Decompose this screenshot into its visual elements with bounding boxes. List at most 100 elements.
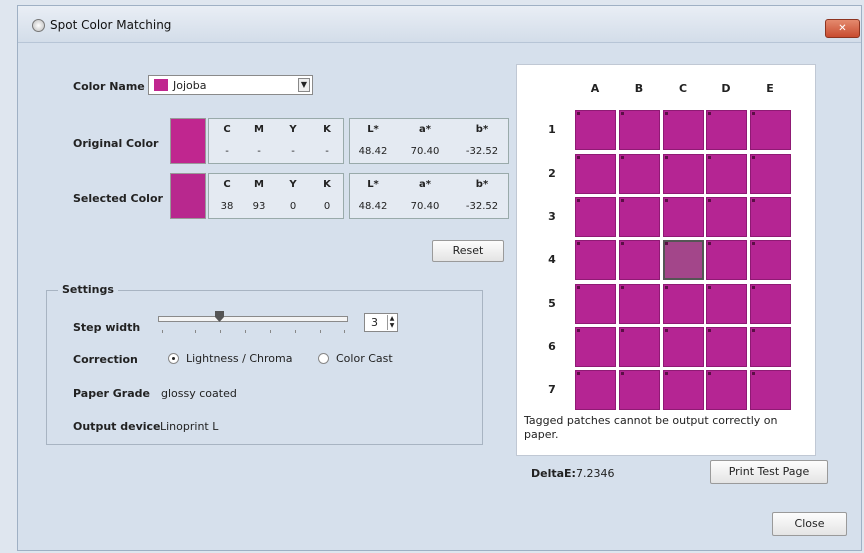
step-width-value: 3 [371,316,378,329]
app-icon [32,19,45,32]
column-header-a: A [590,82,600,95]
print-test-page-button[interactable]: Print Test Page [710,460,828,484]
tag-marker-icon [621,286,624,289]
row-header-1: 1 [548,123,556,136]
patch-d1[interactable] [706,110,747,150]
radio-lightness-chroma[interactable] [168,353,179,364]
tag-marker-icon [752,112,755,115]
tag-marker-icon [621,199,624,202]
tag-marker-icon [621,242,624,245]
selected-cmyk-table: C M Y K 38 93 0 0 [208,173,344,219]
selected-color-swatch [170,173,206,219]
patch-c2[interactable] [663,154,704,194]
tag-marker-icon [577,286,580,289]
tag-marker-icon [708,286,711,289]
patch-a3[interactable] [575,197,616,237]
tag-marker-icon [708,372,711,375]
lightness-chroma-label: Lightness / Chroma [186,352,293,365]
patch-b2[interactable] [619,154,660,194]
tag-marker-icon [665,286,668,289]
lab-header-l: L* [367,179,379,190]
patch-e2[interactable] [750,154,791,194]
cmyk-header-y: Y [289,124,297,135]
patch-c6[interactable] [663,327,704,367]
chevron-down-icon[interactable]: ▼ [298,78,310,92]
step-width-spinner[interactable]: 3 ▲ ▼ [364,313,398,332]
patch-a7[interactable] [575,370,616,410]
column-header-d: D [721,82,731,95]
tag-marker-icon [621,329,624,332]
patch-b7[interactable] [619,370,660,410]
patch-b4[interactable] [619,240,660,280]
close-button[interactable]: Close [772,512,847,536]
cmyk-value-k: 0 [323,201,331,212]
tag-marker-icon [752,329,755,332]
patch-d7[interactable] [706,370,747,410]
patch-b6[interactable] [619,327,660,367]
lab-value-b: -32.52 [465,146,499,157]
settings-title: Settings [58,283,118,296]
output-device-label: Output device [73,420,161,433]
patch-d5[interactable] [706,284,747,324]
lab-value-l: 48.42 [358,201,388,212]
patch-c1[interactable] [663,110,704,150]
cmyk-header-m: M [254,179,264,190]
row-header-4: 4 [548,253,556,266]
patch-e4[interactable] [750,240,791,280]
patch-a1[interactable] [575,110,616,150]
radio-color-cast[interactable] [318,353,329,364]
lab-value-l: 48.42 [358,146,388,157]
cmyk-value-k: - [325,146,329,157]
patch-c3[interactable] [663,197,704,237]
tag-marker-icon [665,242,668,245]
reset-button[interactable]: Reset [432,240,504,262]
patch-c7[interactable] [663,370,704,410]
patch-d6[interactable] [706,327,747,367]
patch-a6[interactable] [575,327,616,367]
tag-marker-icon [708,112,711,115]
cmyk-value-c: - [225,146,229,157]
tag-marker-icon [621,372,624,375]
lab-value-b: -32.52 [465,201,499,212]
row-header-3: 3 [548,210,556,223]
original-lab-table: L* a* b* 48.42 70.40 -32.52 [349,118,509,164]
patch-a2[interactable] [575,154,616,194]
original-cmyk-table: C M Y K - - - - [208,118,344,164]
original-color-swatch [170,118,206,164]
spinner-arrows-icon[interactable]: ▲ ▼ [387,315,396,330]
cmyk-value-m: - [257,146,261,157]
patch-c4[interactable] [663,240,704,280]
patch-a4[interactable] [575,240,616,280]
cmyk-header-k: K [323,179,331,190]
patch-b5[interactable] [619,284,660,324]
lab-header-a: a* [419,124,431,135]
tag-marker-icon [577,112,580,115]
patch-b1[interactable] [619,110,660,150]
step-width-slider[interactable] [158,316,348,322]
patch-d3[interactable] [706,197,747,237]
patch-b3[interactable] [619,197,660,237]
slider-tick [270,330,271,333]
step-width-label: Step width [73,321,141,334]
color-name-label: Color Name [73,80,145,93]
slider-tick [162,330,163,333]
tag-marker-icon [708,199,711,202]
tag-marker-icon [708,329,711,332]
patch-c5[interactable] [663,284,704,324]
delta-e-label: DeltaE: [531,467,576,480]
column-header-b: B [634,82,644,95]
slider-tick [245,330,246,333]
patch-d4[interactable] [706,240,747,280]
patch-a5[interactable] [575,284,616,324]
patch-e6[interactable] [750,327,791,367]
patch-d2[interactable] [706,154,747,194]
patch-e5[interactable] [750,284,791,324]
window-close-button[interactable]: ✕ [825,19,860,38]
cmyk-header-k: K [323,124,331,135]
cmyk-value-m: 93 [252,201,266,212]
color-name-dropdown[interactable]: Jojoba ▼ [148,75,313,95]
patch-e3[interactable] [750,197,791,237]
patch-e7[interactable] [750,370,791,410]
patch-e1[interactable] [750,110,791,150]
lab-value-a: 70.40 [410,201,440,212]
